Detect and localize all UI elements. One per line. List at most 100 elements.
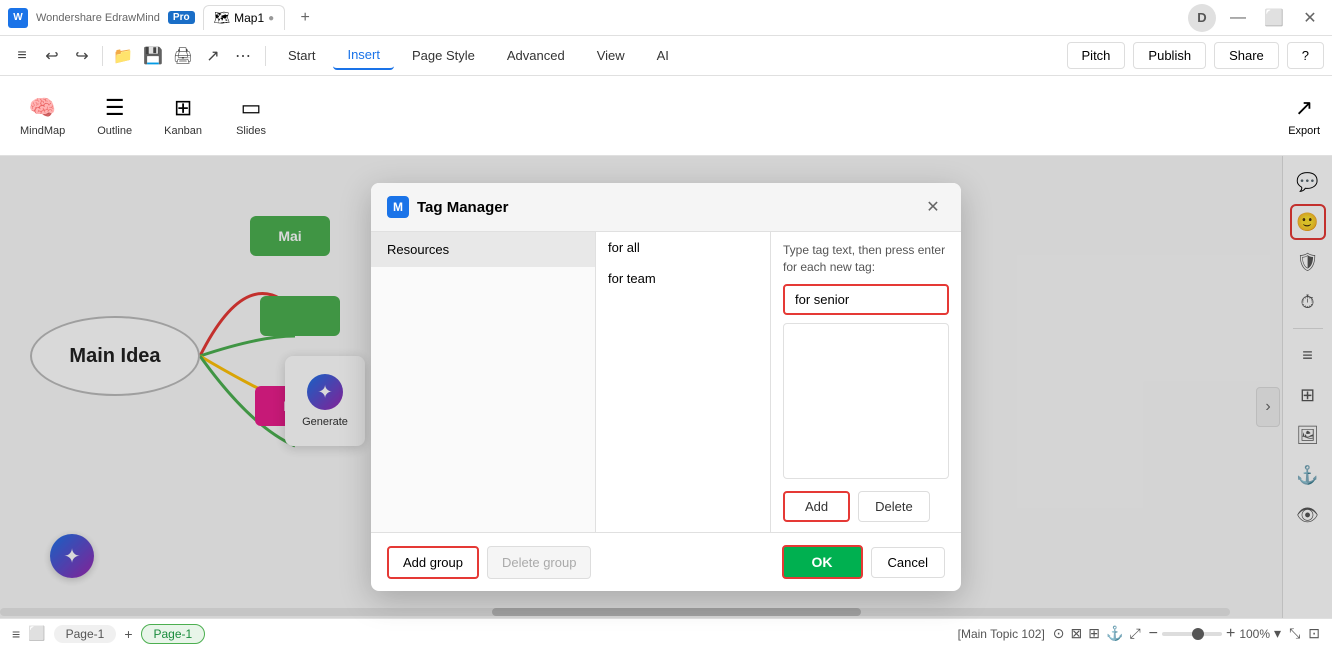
modal-title: Tag Manager bbox=[417, 199, 913, 216]
map1-tab-dot[interactable]: ● bbox=[268, 13, 274, 24]
modal-close-button[interactable]: ✕ bbox=[921, 195, 945, 219]
outline-icon: ☰ bbox=[105, 95, 125, 121]
ribbon-bar: 🧠 MindMap ☰ Outline ⊞ Kanban ▭ Slides ↗ … bbox=[0, 76, 1332, 156]
kanban-icon: ⊞ bbox=[174, 95, 192, 121]
slides-icon: ▭ bbox=[241, 95, 262, 121]
help-button[interactable]: ? bbox=[1287, 42, 1324, 69]
pitch-button[interactable]: Pitch bbox=[1067, 42, 1126, 69]
modal-right-buttons: Add Delete bbox=[783, 491, 949, 522]
zoom-control: − + 100% ▾ bbox=[1149, 625, 1281, 643]
modal-edit-panel: Type tag text, then press enter for each… bbox=[771, 232, 961, 532]
zoom-minus-button[interactable]: − bbox=[1149, 625, 1158, 643]
ribbon-outline[interactable]: ☰ Outline bbox=[89, 89, 140, 143]
tab-insert[interactable]: Insert bbox=[333, 41, 394, 70]
modal-header: M Tag Manager ✕ bbox=[371, 183, 961, 232]
export-button[interactable]: ↗ bbox=[199, 42, 227, 70]
status-icon-menu[interactable]: ≡ bbox=[12, 626, 20, 642]
app-brand: Wondershare EdrawMind bbox=[36, 12, 160, 24]
modal-tags-panel: for all for team bbox=[596, 232, 771, 532]
tab-ai[interactable]: AI bbox=[643, 42, 683, 69]
status-icon-fit[interactable]: ⬜ bbox=[28, 625, 45, 642]
toolbar-separator-1 bbox=[102, 46, 103, 66]
modal-body: Resources for all for team Type tag text… bbox=[371, 232, 961, 532]
quick-access-toolbar: ≡ ↩ ↪ 📁 💾 🖨 ↗ ⋯ bbox=[8, 42, 257, 70]
modal-delete-button[interactable]: Delete bbox=[858, 491, 930, 522]
undo-button[interactable]: ↩ bbox=[38, 42, 66, 70]
main-area: Main Idea Mai Mai ✦ Generate ✦ › 💬 🙂 🛡 ⏱ bbox=[0, 156, 1332, 618]
save-button[interactable]: 💾 bbox=[139, 42, 167, 70]
map1-tab-label: Map1 bbox=[234, 11, 264, 25]
modal-tag-area[interactable] bbox=[783, 323, 949, 479]
zoom-handle[interactable] bbox=[1192, 628, 1204, 640]
open-button[interactable]: 📁 bbox=[109, 42, 137, 70]
outline-label: Outline bbox=[97, 125, 132, 137]
user-avatar[interactable]: D bbox=[1188, 4, 1216, 32]
tab-view[interactable]: View bbox=[583, 42, 639, 69]
share-button[interactable]: Share bbox=[1214, 42, 1279, 69]
tag-item-for-team[interactable]: for team bbox=[596, 263, 770, 294]
modal-add-button[interactable]: Add bbox=[783, 491, 850, 522]
modal-overlay: M Tag Manager ✕ Resources for all for te… bbox=[0, 156, 1332, 618]
modal-ok-button[interactable]: OK bbox=[782, 545, 863, 579]
status-fit-icon[interactable]: ⊙ bbox=[1053, 625, 1065, 642]
more-button[interactable]: ⋯ bbox=[229, 42, 257, 70]
toolbar-separator-2 bbox=[265, 46, 266, 66]
page-tab-label[interactable]: Page-1 bbox=[54, 625, 117, 643]
collapse-icon[interactable]: ≡ bbox=[8, 42, 36, 70]
title-bar: W Wondershare EdrawMind Pro 🗺 Map1 ● + D… bbox=[0, 0, 1332, 36]
minimize-button[interactable]: — bbox=[1224, 4, 1252, 32]
mindmap-label: MindMap bbox=[20, 125, 65, 137]
export-label: Export bbox=[1288, 125, 1320, 137]
zoom-level-label: 100% bbox=[1239, 627, 1270, 641]
tab-start[interactable]: Start bbox=[274, 42, 329, 69]
export-icon: ↗ bbox=[1295, 95, 1313, 121]
modal-groups-panel: Resources bbox=[371, 232, 596, 532]
add-tab-button[interactable]: + bbox=[293, 6, 317, 30]
group-item-resources[interactable]: Resources bbox=[371, 232, 595, 267]
modal-add-group-button[interactable]: Add group bbox=[387, 546, 479, 579]
kanban-label: Kanban bbox=[164, 125, 202, 137]
tag-item-for-all[interactable]: for all bbox=[596, 232, 770, 263]
pro-badge: Pro bbox=[168, 11, 195, 24]
ribbon-export[interactable]: ↗ Export bbox=[1288, 95, 1320, 137]
app-logo: W bbox=[8, 8, 28, 28]
modal-tag-input[interactable] bbox=[783, 284, 949, 315]
ribbon-mindmap[interactable]: 🧠 MindMap bbox=[12, 89, 73, 143]
tab-page-style[interactable]: Page Style bbox=[398, 42, 489, 69]
status-bar: ≡ ⬜ Page-1 + Page-1 [Main Topic 102] ⊙ ⊠… bbox=[0, 618, 1332, 648]
zoom-plus-button[interactable]: + bbox=[1226, 625, 1235, 643]
ribbon-slides[interactable]: ▭ Slides bbox=[226, 89, 276, 143]
status-align-icon[interactable]: ⊞ bbox=[1088, 625, 1100, 642]
status-add-page[interactable]: + bbox=[124, 626, 132, 642]
modal-delete-group-button[interactable]: Delete group bbox=[487, 546, 591, 579]
close-button[interactable]: ✕ bbox=[1296, 4, 1324, 32]
fullscreen-icon[interactable]: ⊡ bbox=[1308, 625, 1320, 642]
status-split-icon[interactable]: ⊠ bbox=[1071, 625, 1083, 642]
zoom-bar[interactable] bbox=[1162, 632, 1222, 636]
modal-footer-left: Add group Delete group bbox=[387, 546, 774, 579]
maximize-button[interactable]: ⬜ bbox=[1260, 4, 1288, 32]
modal-footer: Add group Delete group OK Cancel bbox=[371, 532, 961, 591]
menu-bar: ≡ ↩ ↪ 📁 💾 🖨 ↗ ⋯ Start Insert Page Style … bbox=[0, 36, 1332, 76]
zoom-dropdown-icon[interactable]: ▾ bbox=[1274, 625, 1281, 642]
status-expand-icon[interactable]: ⤢ bbox=[1129, 625, 1140, 642]
status-anchor-icon[interactable]: ⚓ bbox=[1106, 625, 1123, 642]
map1-tab-icon: 🗺 bbox=[214, 10, 231, 26]
mindmap-icon: 🧠 bbox=[29, 95, 56, 121]
print-button[interactable]: 🖨 bbox=[169, 42, 197, 70]
toolbar-right: Pitch Publish Share ? bbox=[1067, 42, 1324, 69]
status-text: [Main Topic 102] bbox=[958, 627, 1045, 641]
map1-tab[interactable]: 🗺 Map1 ● bbox=[203, 5, 286, 30]
publish-button[interactable]: Publish bbox=[1133, 42, 1206, 69]
ribbon-kanban[interactable]: ⊞ Kanban bbox=[156, 89, 210, 143]
redo-button[interactable]: ↪ bbox=[68, 42, 96, 70]
modal-hint-text: Type tag text, then press enter for each… bbox=[783, 242, 949, 276]
tag-manager-modal: M Tag Manager ✕ Resources for all for te… bbox=[371, 183, 961, 591]
fit-page-icon[interactable]: ⤡ bbox=[1289, 625, 1300, 642]
modal-cancel-button[interactable]: Cancel bbox=[871, 547, 945, 578]
tab-advanced[interactable]: Advanced bbox=[493, 42, 579, 69]
page-tab-active[interactable]: Page-1 bbox=[141, 624, 206, 644]
modal-logo: M bbox=[387, 196, 409, 218]
status-icons-group: ⊙ ⊠ ⊞ ⚓ ⤢ bbox=[1053, 625, 1141, 642]
slides-label: Slides bbox=[236, 125, 266, 137]
